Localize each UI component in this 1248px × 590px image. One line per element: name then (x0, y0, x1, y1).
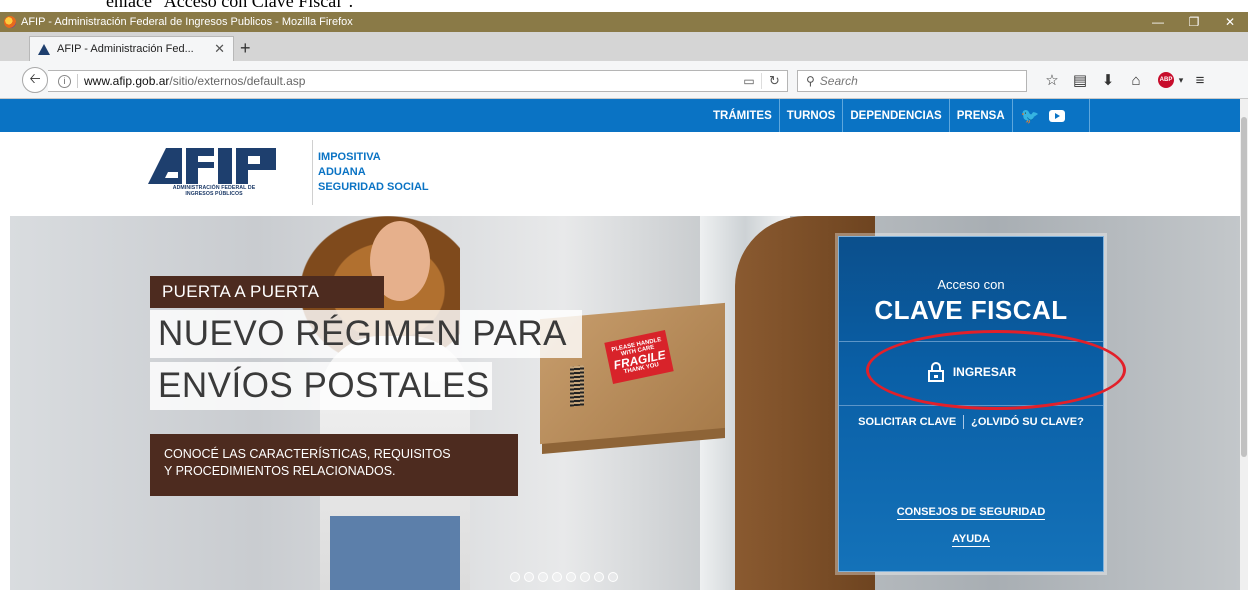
window-title: AFIP - Administración Federal de Ingreso… (21, 16, 353, 28)
document-caption-text: enlace "Acceso con Clave Fiscal". (106, 0, 354, 11)
info-icon[interactable]: i (58, 74, 71, 88)
bookmarks-menu-icon[interactable]: ▤ (1066, 71, 1094, 89)
site-top-menu: TRÁMITES TURNOS DEPENDENCIAS PRENSA 🐦 (0, 99, 1240, 132)
tab-strip: AFIP - Administración Fed... ✕ + (0, 32, 1248, 61)
url-path: /sitio/externos/default.asp (169, 74, 306, 88)
tab-close-icon[interactable]: ✕ (214, 41, 225, 57)
carousel-dot[interactable] (510, 572, 520, 582)
hero-photo-jeans (330, 516, 460, 590)
security-tips: CONSEJOS DE SEGURIDAD (839, 502, 1103, 520)
carousel-dot[interactable] (538, 572, 548, 582)
login-links: SOLICITAR CLAVE ¿OLVIDÓ SU CLAVE? (839, 415, 1103, 429)
back-icon: 🡠 (29, 70, 41, 86)
carousel-dot[interactable] (580, 572, 590, 582)
reader-icon[interactable]: ▭ (737, 74, 761, 88)
header-link-impositiva[interactable]: IMPOSITIVA (318, 150, 429, 165)
youtube-icon[interactable] (1049, 109, 1066, 122)
request-key-link[interactable]: SOLICITAR CLAVE (858, 416, 956, 428)
site-menu-items: TRÁMITES TURNOS DEPENDENCIAS PRENSA 🐦 (706, 99, 1090, 132)
menu-item-turnos[interactable]: TURNOS (780, 99, 844, 132)
url-separator (77, 74, 78, 88)
twitter-icon[interactable]: 🐦 (1021, 107, 1040, 125)
header-link-seguridad-social[interactable]: SEGURIDAD SOCIAL (318, 180, 429, 195)
carousel-dot[interactable] (566, 572, 576, 582)
promo-cta-line2: Y PROCEDIMIENTOS RELACIONADOS. (164, 464, 396, 478)
help: AYUDA (839, 529, 1103, 547)
search-input[interactable]: ⚲ Search (797, 70, 1027, 92)
header-links: IMPOSITIVA ADUANA SEGURIDAD SOCIAL (318, 150, 429, 195)
highlight-ellipse (866, 330, 1126, 410)
search-placeholder: Search (819, 74, 858, 88)
security-tips-link[interactable]: CONSEJOS DE SEGURIDAD (896, 506, 1046, 520)
afip-favicon-icon (38, 43, 50, 55)
toolbar-icons: ☆ ▤ ⬇ ⌂ ABP ▾ ≡ (1038, 71, 1214, 90)
site-header: ADMINISTRACIÓN FEDERAL DE INGRESOS PÚBLI… (0, 132, 1240, 216)
menu-icon[interactable]: ≡ (1186, 72, 1214, 89)
restore-icon[interactable]: ❐ (1176, 15, 1212, 29)
social-links: 🐦 (1013, 99, 1090, 132)
promo-kicker: PUERTA A PUERTA (150, 276, 384, 308)
promo-headline-line2: ENVÍOS POSTALES (150, 362, 492, 410)
afip-logo[interactable]: ADMINISTRACIÓN FEDERAL DE INGRESOS PÚBLI… (148, 148, 293, 200)
minimize-icon[interactable]: — (1140, 15, 1176, 29)
carousel-dots (510, 572, 618, 582)
forgot-key-link[interactable]: ¿OLVIDÓ SU CLAVE? (971, 416, 1084, 428)
new-tab-button[interactable]: + (240, 38, 251, 59)
url-bar[interactable]: i www.afip.gob.ar /sitio/externos/defaul… (48, 70, 788, 92)
header-divider (312, 140, 313, 205)
login-label-small: Acceso con (937, 277, 1005, 292)
home-icon[interactable]: ⌂ (1122, 72, 1150, 89)
tab-afip[interactable]: AFIP - Administración Fed... ✕ (29, 36, 234, 61)
promo-headline-line1: NUEVO RÉGIMEN PARA (150, 310, 582, 358)
document-caption: enlace "Acceso con Clave Fiscal". (0, 0, 1248, 12)
login-links-separator (963, 415, 965, 429)
scrollbar-thumb[interactable] (1241, 117, 1247, 457)
afip-logo-mark-icon (148, 148, 276, 184)
hero-banner[interactable]: PLEASE HANDLE WITH CARE FRAGILE THANK YO… (10, 216, 1240, 590)
header-link-aduana[interactable]: ADUANA (318, 165, 429, 180)
login-label-big: CLAVE FISCAL (874, 295, 1068, 325)
bookmark-star-icon[interactable]: ☆ (1038, 71, 1066, 89)
carousel-dot[interactable] (552, 572, 562, 582)
menu-item-tramites[interactable]: TRÁMITES (706, 99, 780, 132)
tab-label: AFIP - Administración Fed... (57, 43, 194, 55)
promo-cta[interactable]: CONOCÉ LAS CARACTERÍSTICAS, REQUISITOS Y… (150, 434, 518, 496)
page-scrollbar[interactable] (1240, 99, 1248, 590)
menu-item-dependencias[interactable]: DEPENDENCIAS (843, 99, 950, 132)
navigation-bar: 🡠 i www.afip.gob.ar /sitio/externos/defa… (0, 61, 1248, 99)
carousel-dot[interactable] (594, 572, 604, 582)
window-titlebar[interactable]: AFIP - Administración Federal de Ingreso… (0, 12, 1248, 32)
adblock-icon[interactable]: ABP (1158, 72, 1174, 88)
back-button[interactable]: 🡠 (22, 67, 48, 93)
carousel-dot[interactable] (524, 572, 534, 582)
firefox-logo-icon (4, 16, 16, 28)
adblock-dropdown-icon[interactable]: ▾ (1176, 75, 1186, 86)
promo-cta-line1: CONOCÉ LAS CARACTERÍSTICAS, REQUISITOS (164, 447, 451, 461)
carousel-dot[interactable] (608, 572, 618, 582)
url-host: www.afip.gob.ar (84, 74, 170, 88)
package-barcode (570, 365, 584, 407)
help-link[interactable]: AYUDA (951, 533, 991, 547)
download-icon[interactable]: ⬇ (1094, 71, 1122, 89)
logo-caption-line2: INGRESOS PÚBLICOS (185, 191, 243, 197)
search-icon: ⚲ (806, 74, 815, 88)
close-icon[interactable]: ✕ (1212, 15, 1248, 29)
window-controls: — ❐ ✕ (1140, 15, 1248, 29)
menu-item-prensa[interactable]: PRENSA (950, 99, 1013, 132)
reload-icon[interactable]: ↻ (761, 73, 787, 89)
